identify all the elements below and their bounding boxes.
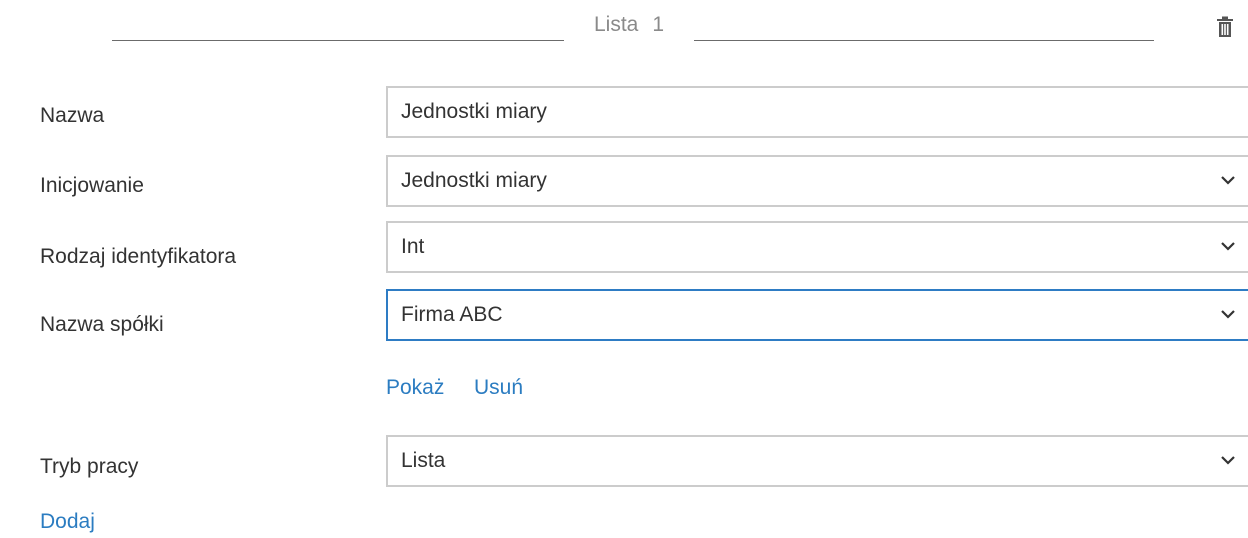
trash-icon[interactable] bbox=[1216, 16, 1234, 38]
header-divider-right bbox=[694, 40, 1154, 41]
work-mode-select-value: Lista bbox=[401, 449, 446, 472]
name-input[interactable]: Jednostki miary bbox=[386, 86, 1248, 138]
work-mode-select[interactable]: Lista bbox=[386, 435, 1248, 487]
initialization-select[interactable]: Jednostki miary bbox=[386, 155, 1248, 207]
header-divider-left bbox=[112, 40, 564, 41]
chevron-down-icon bbox=[1221, 242, 1235, 251]
section-title: Lista 1 bbox=[594, 13, 664, 37]
initialization-label: Inicjowanie bbox=[40, 174, 144, 197]
company-select-value: Firma ABC bbox=[401, 303, 503, 326]
list-config-panel: Lista 1 Nazwa Jednostki miary Inicjowanie… bbox=[0, 0, 1248, 538]
company-select[interactable]: Firma ABC bbox=[386, 289, 1248, 341]
id-type-select-value: Int bbox=[401, 235, 425, 258]
add-list-link[interactable]: Dodaj bbox=[40, 510, 95, 534]
remove-company-link[interactable]: Usuń bbox=[474, 376, 523, 400]
show-company-link[interactable]: Pokaż bbox=[386, 376, 444, 400]
name-input-value: Jednostki miary bbox=[401, 100, 547, 123]
chevron-down-icon bbox=[1221, 176, 1235, 185]
work-mode-label: Tryb pracy bbox=[40, 455, 139, 478]
name-label: Nazwa bbox=[40, 104, 105, 127]
chevron-down-icon bbox=[1221, 456, 1235, 465]
section-title-label: Lista bbox=[594, 13, 639, 36]
chevron-down-icon bbox=[1221, 310, 1235, 319]
id-type-label: Rodzaj identyfikatora bbox=[40, 245, 237, 268]
section-number: 1 bbox=[652, 13, 665, 36]
company-label: Nazwa spółki bbox=[40, 313, 164, 336]
initialization-select-value: Jednostki miary bbox=[401, 169, 547, 192]
id-type-select[interactable]: Int bbox=[386, 221, 1248, 273]
